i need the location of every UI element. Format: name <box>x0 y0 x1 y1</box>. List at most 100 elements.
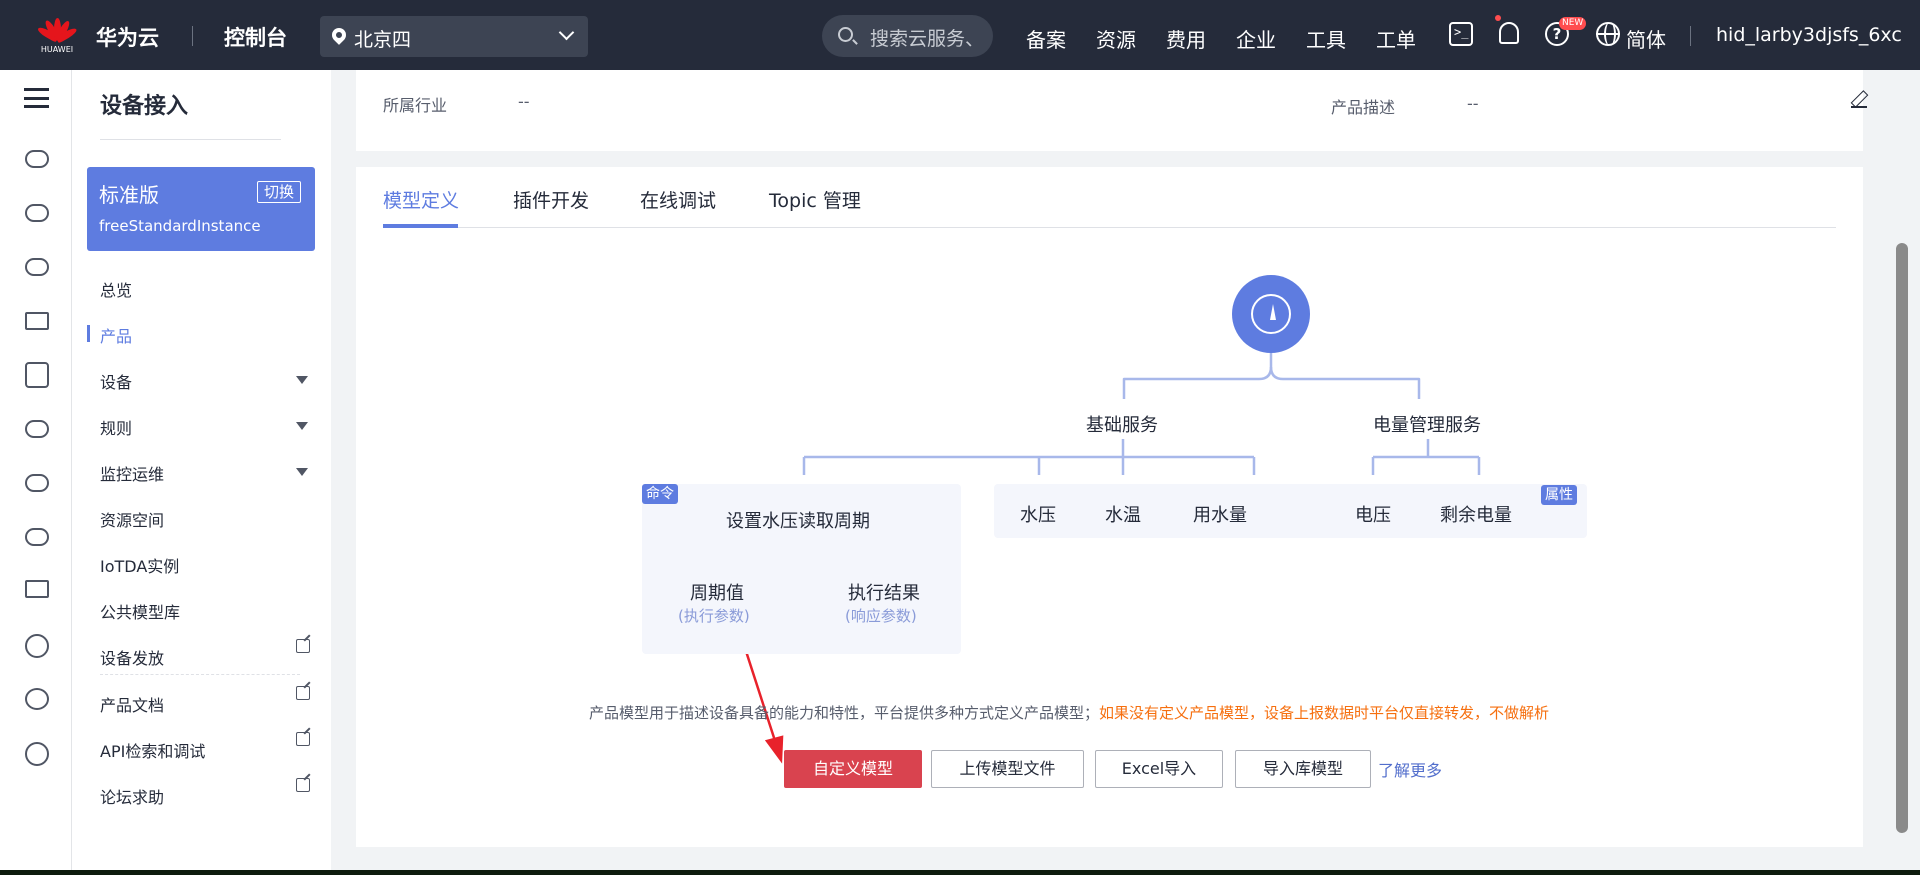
cloud-upload-icon[interactable] <box>25 474 49 492</box>
cloud-icon[interactable] <box>25 204 49 222</box>
sidebar-item-monitoring[interactable]: 监控运维 <box>100 461 164 485</box>
nav-resources[interactable]: 资源 <box>1096 24 1136 53</box>
product-info-card: 所属行业 -- 产品描述 -- <box>356 70 1867 151</box>
active-indicator <box>87 325 90 342</box>
caret-down-icon[interactable] <box>296 468 308 476</box>
model-description: 产品模型用于描述设备具备的能力和特性，平台提供多种方式定义产品模型；如果没有定义… <box>589 702 1549 723</box>
service-power-management: 电量管理服务 <box>1373 415 1481 436</box>
command-param-type: (响应参数) <box>845 607 917 625</box>
sail-icon[interactable] <box>25 580 49 598</box>
service-icon-rail <box>0 70 72 870</box>
product-model-hub-icon <box>1232 275 1310 353</box>
sidebar-item-public-models[interactable]: 公共模型库 <box>100 599 180 623</box>
sidebar-item-iotda-instance[interactable]: IoTDA实例 <box>100 553 179 577</box>
sidebar-item-resource-space[interactable]: 资源空间 <box>100 507 164 531</box>
upload-model-file-button[interactable]: 上传模型文件 <box>931 750 1084 788</box>
brand-name[interactable]: 华为云 <box>96 22 159 52</box>
search-icon <box>838 27 853 42</box>
caret-down-icon[interactable] <box>296 422 308 430</box>
command-param-name: 执行结果 <box>848 583 920 604</box>
sidebar-item-devices[interactable]: 设备 <box>100 369 132 393</box>
sidebar-item-rules[interactable]: 规则 <box>100 415 132 439</box>
description-label: 产品描述 <box>1331 98 1396 117</box>
disk-icon[interactable] <box>25 258 49 276</box>
switch-edition-button[interactable]: 切换 <box>256 181 301 203</box>
description-value: -- <box>1467 94 1479 113</box>
bell-icon[interactable] <box>1495 15 1519 44</box>
nav-tickets[interactable]: 工单 <box>1376 24 1416 53</box>
ip-icon[interactable] <box>25 634 49 658</box>
sidebar-title: 设备接入 <box>100 94 189 119</box>
nav-tools[interactable]: 工具 <box>1306 24 1346 53</box>
divider <box>1690 26 1691 46</box>
search-placeholder: 搜索云服务、 <box>870 28 985 50</box>
industry-value: -- <box>518 92 530 111</box>
scrollbar-thumb[interactable] <box>1896 243 1908 833</box>
menu-icon[interactable] <box>24 88 49 108</box>
cloud-service-icon[interactable] <box>25 420 49 438</box>
chevron-down-icon <box>558 24 575 41</box>
user-account[interactable]: hid_larby3djsfs_6xc <box>1716 24 1902 46</box>
sidebar-item-api-explorer[interactable]: API检索和调试 <box>100 738 205 762</box>
divider <box>192 26 193 46</box>
taskbar-strip <box>0 870 1920 875</box>
region-value: 北京四 <box>354 29 412 51</box>
sidebar-item-products[interactable]: 产品 <box>100 323 132 347</box>
command-param-type: (执行参数) <box>678 607 750 625</box>
cloud-monitor-icon[interactable] <box>25 528 49 546</box>
model-diagram: 基础服务 电量管理服务 命令 设置水压读取周期 周期值 (执行参数) 执行结果 … <box>356 167 1863 847</box>
instance-name: freeStandardInstance <box>99 217 261 235</box>
learn-more-link[interactable]: 了解更多 <box>1378 757 1442 781</box>
edition-name: 标准版 <box>99 183 159 207</box>
sidebar-item-overview[interactable]: 总览 <box>100 277 132 301</box>
sidebar-item-product-docs[interactable]: 产品文档 <box>100 692 164 716</box>
external-link-icon[interactable] <box>296 778 310 792</box>
property-tag: 属性 <box>1541 485 1577 505</box>
app-window: HUAWEI 华为云 控制台 北京四 搜索云服务、 备案 资源 费用 企业 工具… <box>0 0 1920 870</box>
device-icon[interactable] <box>25 362 49 388</box>
external-link-icon[interactable] <box>296 732 310 746</box>
import-library-model-button[interactable]: 导入库模型 <box>1235 750 1371 788</box>
caret-down-icon[interactable] <box>296 376 308 384</box>
external-link-icon[interactable] <box>296 686 310 700</box>
property-water-pressure: 水压 <box>1020 505 1056 526</box>
nav-filing[interactable]: 备案 <box>1026 24 1066 53</box>
waveform-icon[interactable] <box>25 312 49 330</box>
globe-icon[interactable] <box>1596 22 1620 46</box>
nav-billing[interactable]: 费用 <box>1166 24 1206 53</box>
storage-icon[interactable] <box>25 150 49 168</box>
property-voltage: 电压 <box>1355 505 1391 526</box>
console-link[interactable]: 控制台 <box>224 22 287 52</box>
description-warning: 如果没有定义产品模型，设备上报数据时平台仅直接转发，不做解析 <box>1099 704 1550 722</box>
region-selector[interactable]: 北京四 <box>320 16 588 57</box>
sidebar: 设备接入 标准版 切换 freeStandardInstance 总览 产品 设… <box>72 70 331 870</box>
huawei-logo[interactable]: HUAWEI <box>36 16 79 56</box>
edition-card: 标准版 切换 freeStandardInstance <box>87 167 315 251</box>
terminal-icon[interactable] <box>1449 22 1473 46</box>
custom-model-button[interactable]: 自定义模型 <box>784 750 922 788</box>
industry-label: 所属行业 <box>383 96 448 115</box>
top-bar: HUAWEI 华为云 控制台 北京四 搜索云服务、 备案 资源 费用 企业 工具… <box>0 0 1920 70</box>
service-basic: 基础服务 <box>1086 415 1158 436</box>
scrollbar[interactable] <box>1890 70 1920 870</box>
nav-enterprise[interactable]: 企业 <box>1236 24 1276 53</box>
sidebar-item-device-provisioning[interactable]: 设备发放 <box>100 645 164 669</box>
connector-line <box>802 439 1256 475</box>
world-icon[interactable] <box>25 742 49 766</box>
excel-import-button[interactable]: Excel导入 <box>1095 750 1223 788</box>
edit-pencil-icon[interactable] <box>1851 92 1867 108</box>
cluster-icon[interactable] <box>25 688 49 710</box>
connector-line <box>1371 439 1481 475</box>
description-text: 产品模型用于描述设备具备的能力和特性，平台提供多种方式定义产品模型； <box>589 704 1100 722</box>
divider <box>100 674 300 675</box>
property-water-usage: 用水量 <box>1193 505 1247 526</box>
external-link-icon[interactable] <box>296 639 310 653</box>
sidebar-item-forum[interactable]: 论坛求助 <box>100 784 164 808</box>
new-badge: NEW <box>1559 17 1587 30</box>
language-switch[interactable]: 简体 <box>1626 24 1666 53</box>
divider <box>100 139 281 140</box>
search-input[interactable]: 搜索云服务、 <box>822 15 993 57</box>
property-remaining-power: 剩余电量 <box>1440 505 1512 526</box>
logo-text: HUAWEI <box>40 45 74 54</box>
command-name: 设置水压读取周期 <box>726 511 870 532</box>
